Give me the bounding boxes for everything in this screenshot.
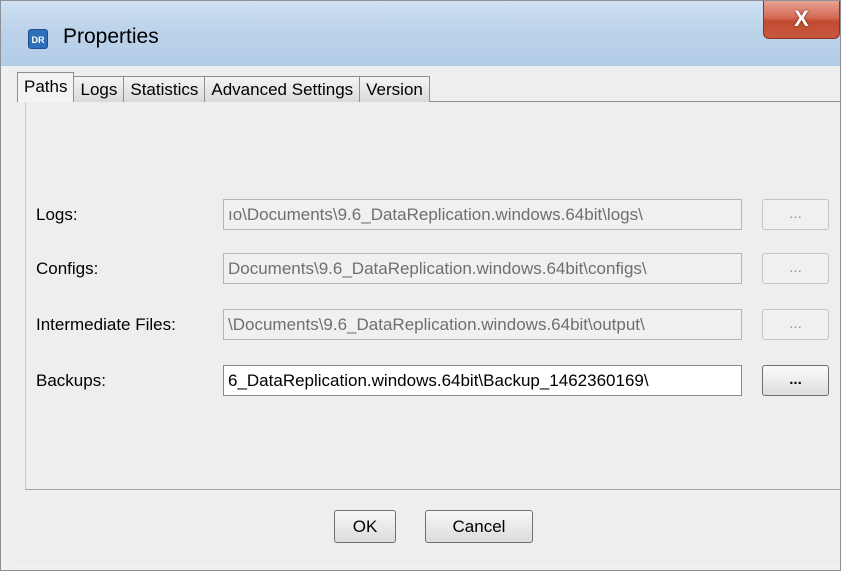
backups-label: Backups: — [36, 371, 106, 390]
ok-button[interactable]: OK — [334, 510, 396, 543]
logs-label: Logs: — [36, 205, 78, 224]
tab-bar: Paths Logs Statistics Advanced Settings … — [17, 72, 430, 102]
configs-label: Configs: — [36, 259, 99, 278]
logs-path-field[interactable]: ıo\Documents\9.6_DataReplication.windows… — [223, 199, 742, 230]
logs-browse-button[interactable]: ... — [762, 199, 829, 230]
window-title: Properties — [63, 25, 159, 48]
backups-path-field[interactable]: 6_DataReplication.windows.64bit\Backup_1… — [223, 365, 742, 396]
tab-paths[interactable]: Paths — [17, 72, 75, 102]
title-bar[interactable]: DR Properties X — [1, 1, 840, 66]
configs-path-value: Documents\9.6_DataReplication.windows.64… — [228, 259, 647, 278]
intermediate-files-path-value: \Documents\9.6_DataReplication.windows.6… — [228, 315, 645, 334]
tab-statistics[interactable]: Statistics — [123, 76, 206, 102]
properties-dialog: DR Properties X Paths Logs Statistics Ad… — [0, 0, 841, 571]
tab-logs[interactable]: Logs — [73, 76, 125, 102]
intermediate-files-label: Intermediate Files: — [36, 315, 176, 334]
cancel-button[interactable]: Cancel — [425, 510, 533, 543]
footer-divider — [25, 489, 840, 490]
app-logo-icon: DR — [28, 29, 48, 49]
configs-browse-button[interactable]: ... — [762, 253, 829, 284]
backups-browse-button[interactable]: ... — [762, 365, 829, 396]
intermediate-files-path-field[interactable]: \Documents\9.6_DataReplication.windows.6… — [223, 309, 742, 340]
configs-path-field[interactable]: Documents\9.6_DataReplication.windows.64… — [223, 253, 742, 284]
backups-path-value: 6_DataReplication.windows.64bit\Backup_1… — [228, 371, 649, 390]
close-button[interactable]: X — [763, 1, 840, 39]
tab-version[interactable]: Version — [359, 76, 430, 102]
intermediate-files-browse-button[interactable]: ... — [762, 309, 829, 340]
tab-advanced-settings[interactable]: Advanced Settings — [204, 76, 361, 102]
logs-path-value: ıo\Documents\9.6_DataReplication.windows… — [228, 205, 643, 224]
paths-tab-panel — [25, 101, 840, 489]
